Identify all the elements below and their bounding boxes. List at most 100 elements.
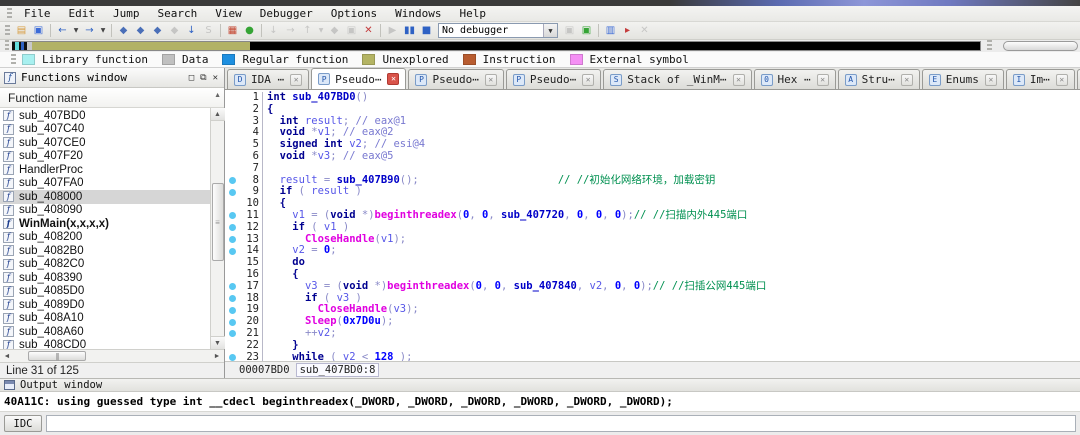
menubar-grip[interactable]: [7, 8, 12, 20]
function-list-item[interactable]: fsub_4085D0: [0, 285, 210, 299]
tab-close-icon[interactable]: ✕: [582, 74, 594, 86]
tab-pseudocode[interactable]: PPseudo⋯✕: [506, 69, 601, 89]
cancel-debug-icon[interactable]: ✕: [361, 24, 376, 38]
code-line[interactable]: 1int sub_407BD0(): [225, 92, 1080, 104]
function-list-item[interactable]: fsub_408000: [0, 190, 210, 204]
tab-pseudocode[interactable]: PPseudo⋯✕: [311, 68, 406, 90]
scrollbar-thumb[interactable]: ≡: [212, 183, 224, 261]
menu-item-windows[interactable]: Windows: [386, 6, 450, 22]
idc-language-button[interactable]: IDC: [4, 415, 42, 432]
tab-close-icon[interactable]: ✕: [817, 74, 829, 86]
scrollbar-right-icon[interactable]: ►: [210, 350, 224, 362]
function-list-item[interactable]: fsub_408A60: [0, 325, 210, 339]
gutter-cell[interactable]: [225, 269, 239, 281]
jump-to-function-icon[interactable]: ◆: [150, 24, 165, 38]
code-line[interactable]: 21 ++v2;: [225, 328, 1080, 340]
tab-close-icon[interactable]: ✕: [387, 73, 399, 85]
breakpoint-dot-icon[interactable]: [225, 210, 239, 222]
save-file-icon[interactable]: ▣: [31, 24, 46, 38]
navband-segment[interactable]: [250, 42, 980, 50]
legend-grip[interactable]: [11, 54, 16, 66]
tab-close-icon[interactable]: ✕: [290, 74, 302, 86]
breakpoint-dot-icon[interactable]: [225, 281, 239, 293]
tab-close-icon[interactable]: ✕: [485, 74, 497, 86]
gutter-cell[interactable]: [225, 163, 239, 175]
debugger-selector-combo[interactable]: No debugger▼: [438, 23, 558, 38]
functions-vertical-scrollbar[interactable]: ▲ ≡ ▼: [210, 108, 224, 349]
menu-item-view[interactable]: View: [206, 6, 251, 22]
breakpoint-dot-icon[interactable]: [225, 175, 239, 187]
tab-close-icon[interactable]: ✕: [733, 74, 745, 86]
code-line[interactable]: 9 if ( result ): [225, 186, 1080, 198]
function-list-item[interactable]: fsub_4082B0: [0, 244, 210, 258]
navigate-back-dropdown-icon[interactable]: ▼: [72, 24, 80, 38]
debugger-attach-icon[interactable]: ▣: [562, 24, 577, 38]
tab-close-icon[interactable]: ✕: [901, 74, 913, 86]
breakpoint-dot-icon[interactable]: [225, 245, 239, 257]
tab-close-icon[interactable]: ✕: [985, 74, 997, 86]
panel-float-icon[interactable]: ⧉: [200, 73, 206, 83]
command-line-input[interactable]: [46, 415, 1076, 432]
function-list-item[interactable]: fWinMain(x,x,x,x): [0, 217, 210, 231]
breakpoint-dot-icon[interactable]: [225, 328, 239, 340]
navigate-back-icon[interactable]: ←: [55, 24, 70, 38]
gutter-cell[interactable]: [225, 104, 239, 116]
panel-maximize-icon[interactable]: □: [189, 73, 194, 83]
code-line[interactable]: 14 v2 = 0;: [225, 245, 1080, 257]
flow-chart-icon[interactable]: ▦: [225, 24, 240, 38]
code-line[interactable]: 15 do: [225, 257, 1080, 269]
gutter-cell[interactable]: [225, 92, 239, 104]
function-list-item[interactable]: fsub_407F20: [0, 150, 210, 164]
functions-horizontal-scrollbar[interactable]: ◄ ||| ►: [0, 349, 224, 362]
menu-item-edit[interactable]: Edit: [60, 6, 105, 22]
menu-item-help[interactable]: Help: [450, 6, 495, 22]
navband-grip[interactable]: [5, 40, 9, 52]
step-over-icon[interactable]: →: [283, 24, 298, 38]
analysis-indicator-icon[interactable]: ●: [242, 24, 257, 38]
gutter-cell[interactable]: [225, 151, 239, 163]
breakpoint-dot-icon[interactable]: [225, 316, 239, 328]
breakpoint-dot-icon[interactable]: [225, 293, 239, 305]
stop-process-icon[interactable]: ■: [419, 24, 434, 38]
gutter-cell[interactable]: [225, 257, 239, 269]
jump-to-name-icon[interactable]: ◆: [133, 24, 148, 38]
jump-down-icon[interactable]: ↓: [184, 24, 199, 38]
output-window-titlebar[interactable]: Output window: [0, 378, 1080, 392]
function-list-item[interactable]: fsub_408390: [0, 271, 210, 285]
step-into-icon[interactable]: ↓: [266, 24, 281, 38]
breakpoint-dot-icon[interactable]: [225, 222, 239, 234]
code-line[interactable]: 23 while ( v2 < 128 );: [225, 352, 1080, 361]
code-line[interactable]: 13 CloseHandle(v1);: [225, 234, 1080, 246]
tab-imports[interactable]: IIm⋯✕: [1006, 69, 1075, 89]
function-name-column-header[interactable]: Function name ▲: [0, 88, 224, 108]
code-line[interactable]: 6 void *v3; // eax@5: [225, 151, 1080, 163]
code-line[interactable]: 11 v1 = (void *)beginthreadex(0, 0, sub_…: [225, 210, 1080, 222]
gutter-cell[interactable]: [225, 139, 239, 151]
toolbar-grip[interactable]: [5, 25, 10, 37]
jump-to-address-icon[interactable]: ◆: [116, 24, 131, 38]
gutter-cell[interactable]: [225, 340, 239, 352]
navigation-band[interactable]: [12, 41, 981, 51]
function-list-item[interactable]: fsub_408200: [0, 231, 210, 245]
function-list-item[interactable]: fsub_407FA0: [0, 177, 210, 191]
delete-breakpoint-icon[interactable]: ✕: [637, 24, 652, 38]
run-to-cursor-icon[interactable]: ◆: [327, 24, 342, 38]
scrollbar-left-icon[interactable]: ◄: [0, 350, 14, 362]
function-list-item[interactable]: fsub_407CE0: [0, 136, 210, 150]
add-breakpoint-icon[interactable]: ▸: [620, 24, 635, 38]
breakpoint-dot-icon[interactable]: [225, 352, 239, 361]
functions-window-titlebar[interactable]: f Functions window □ ⧉ ✕: [0, 68, 224, 88]
tab-ida-view[interactable]: DIDA ⋯✕: [227, 69, 309, 89]
breakpoint-dot-icon[interactable]: [225, 234, 239, 246]
code-line[interactable]: 20 Sleep(0x7D0u);: [225, 316, 1080, 328]
function-list-item[interactable]: fsub_408A10: [0, 312, 210, 326]
pseudocode-view[interactable]: 1int sub_407BD0()2{3 int result; // eax@…: [225, 90, 1080, 361]
function-list-item[interactable]: fsub_407C40: [0, 123, 210, 137]
navband-slider-grip[interactable]: [987, 40, 991, 52]
open-file-icon[interactable]: ▤: [14, 24, 29, 38]
function-list-item[interactable]: fsub_408090: [0, 204, 210, 218]
menu-item-options[interactable]: Options: [322, 6, 386, 22]
gutter-cell[interactable]: [225, 127, 239, 139]
start-process-icon[interactable]: ▶: [385, 24, 400, 38]
menu-item-search[interactable]: Search: [149, 6, 207, 22]
